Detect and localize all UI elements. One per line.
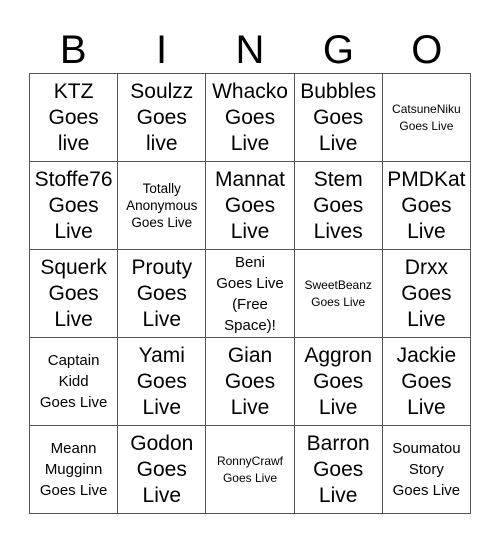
bingo-header: B I N G O [29,28,471,73]
bingo-cell-text: Mannat Goes Live [214,167,286,243]
bingo-cell[interactable]: Aggron Goes Live [294,338,383,426]
bingo-cell[interactable]: Stoffe76 Goes Live [30,162,119,250]
bingo-cell[interactable]: CatsuneNiku Goes Live [382,74,471,162]
bingo-cell[interactable]: Prouty Goes Live [118,250,207,338]
bingo-cell-text: Stoffe76 Goes Live [34,167,113,243]
bingo-cell-text: Yami Goes Live [136,343,187,419]
bingo-cell[interactable]: Soulzz Goes live [118,74,207,162]
bingo-cell[interactable]: Jackie Goes Live [382,338,471,426]
bingo-cell-text: Drxx Goes Live [401,255,452,331]
bingo-cell-text: Soulzz Goes live [130,79,194,155]
bingo-cell[interactable]: Gian Goes Live [206,338,295,426]
bingo-cell[interactable]: Soumatou Story Goes Live [382,426,471,514]
bingo-cell[interactable]: RonnyCrawf Goes Live [206,426,295,514]
bingo-cell-text: Gian Goes Live [224,343,276,419]
header-letter-b: B [59,28,87,72]
header-letter-o: O [411,28,443,72]
bingo-cell-text: Bubbles Goes Live [300,79,377,155]
bingo-cell-text: Stem Goes Lives [313,167,364,243]
bingo-cell[interactable]: Squerk Goes Live [30,250,119,338]
bingo-cell-text: Whacko Goes Live [212,79,288,155]
bingo-cell-text: PMDKat Goes Live [387,167,466,243]
bingo-cell[interactable]: Drxx Goes Live [382,250,471,338]
bingo-cell[interactable]: Totally Anonymous Goes Live [118,162,207,250]
bingo-cell[interactable]: Bubbles Goes Live [294,74,383,162]
bingo-cell[interactable]: PMDKat Goes Live [382,162,471,250]
bingo-cell[interactable]: Barron Goes Live [294,426,383,514]
header-letter-i: I [156,28,168,72]
bingo-grid: KTZ Goes live Soulzz Goes live Whacko Goes… [29,73,471,514]
bingo-cell-text: Squerk Goes Live [40,255,107,331]
bingo-cell[interactable]: Captain Kidd Goes Live [30,338,119,426]
bingo-cell-text: Godon Goes Live [130,431,194,507]
bingo-cell-text: Soumatou Story Goes Live [392,440,461,499]
bingo-cell-text: Barron Goes Live [306,431,370,507]
bingo-cell-text: KTZ Goes live [48,79,99,155]
bingo-cell-text: Beni Goes Live (Free Space)! [216,253,284,334]
bingo-cell-text: Totally Anonymous Goes Live [126,181,198,230]
bingo-cell-text: CatsuneNiku Goes Live [392,101,461,133]
bingo-cell-text: Captain Kidd Goes Live [39,352,108,411]
bingo-cell[interactable]: Meann Mugginn Goes Live [30,426,119,514]
bingo-cell-text: Jackie Goes Live [396,343,457,419]
bingo-cell[interactable]: Mannat Goes Live [206,162,295,250]
bingo-cell[interactable]: SweetBeanz Goes Live [294,250,383,338]
header-letter-n: N [235,28,265,72]
bingo-cell-text: SweetBeanz Goes Live [304,277,372,309]
bingo-cell-text: Aggron Goes Live [304,343,373,419]
header-letter-g: G [322,28,354,72]
bingo-cell-text: RonnyCrawf Goes Live [216,453,283,485]
bingo-cell[interactable]: Stem Goes Lives [294,162,383,250]
bingo-cell[interactable]: Godon Goes Live [118,426,207,514]
bingo-cell[interactable]: Beni Goes Live (Free Space)! [206,250,295,338]
bingo-cell-text: Prouty Goes Live [131,255,193,331]
bingo-cell[interactable]: Yami Goes Live [118,338,207,426]
bingo-cell-text: Meann Mugginn Goes Live [39,440,108,499]
bingo-cell[interactable]: Whacko Goes Live [206,74,295,162]
bingo-cell[interactable]: KTZ Goes live [30,74,119,162]
